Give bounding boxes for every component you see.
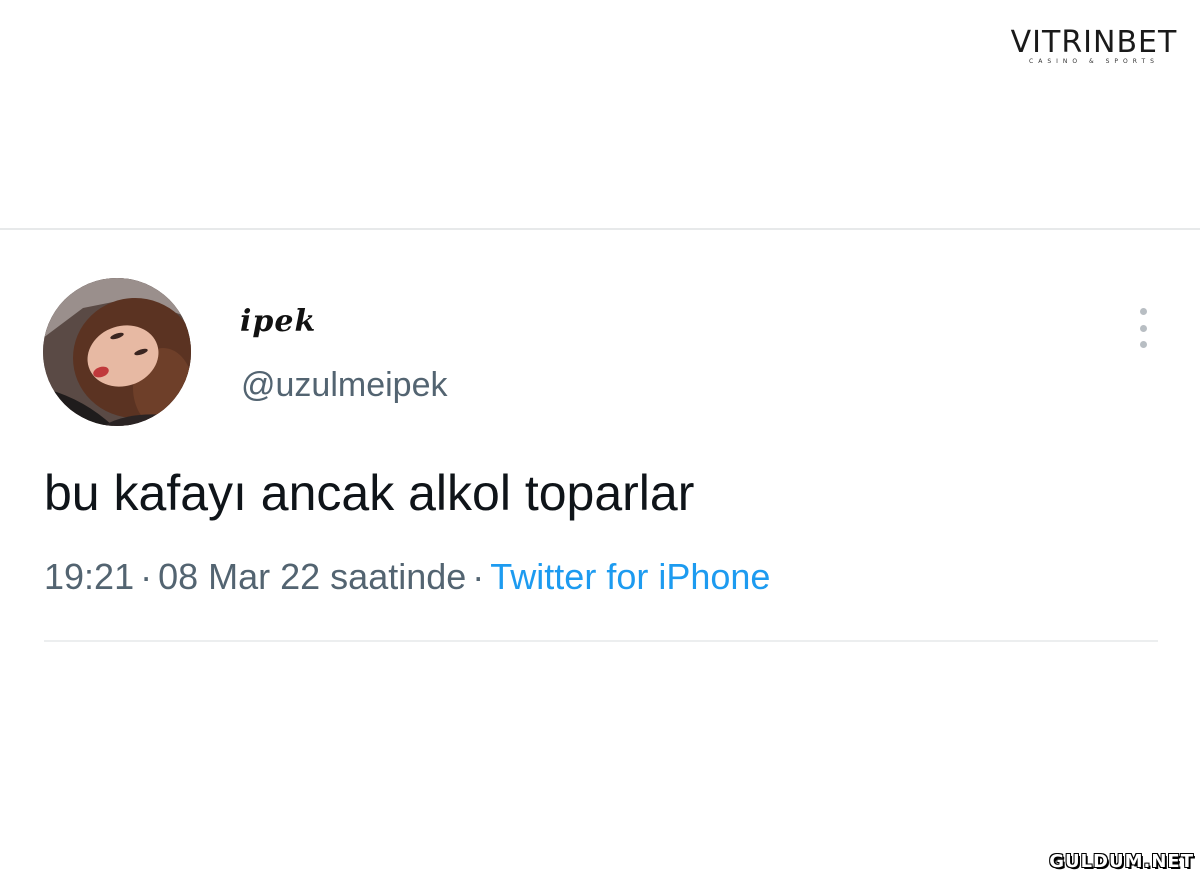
meta-separator: · [472,556,485,597]
brand-logo-text: VITRINBET [1010,25,1178,60]
site-watermark: GULDUM.NET [1049,851,1194,872]
tweet-date[interactable]: 08 Mar 22 saatinde [158,556,466,597]
more-dot [1139,308,1147,315]
brand-logo-tagline: CASINO & SPORTS [1029,58,1159,65]
avatar-photo [43,278,191,426]
tweet-time[interactable]: 19:21 [44,556,134,597]
more-dot [1139,324,1147,332]
display-name[interactable]: ipek [240,304,316,339]
tweet-source-link[interactable]: Twitter for iPhone [490,556,770,597]
brand-logo: VITRINBET CASINO & SPORTS [1008,25,1180,66]
tweet-meta: 19:21 · 08 Mar 22 saatinde · Twitter for iPh… [44,556,770,598]
meta-separator: · [140,556,153,597]
top-divider [0,228,1200,230]
more-dot [1139,341,1147,348]
bottom-divider [44,640,1158,642]
user-handle[interactable]: @uzulmeipek [241,366,448,405]
more-vertical-icon[interactable] [1128,304,1158,352]
avatar[interactable] [43,278,191,426]
tweet-text: bu kafayı ancak alkol toparlar [44,465,695,521]
